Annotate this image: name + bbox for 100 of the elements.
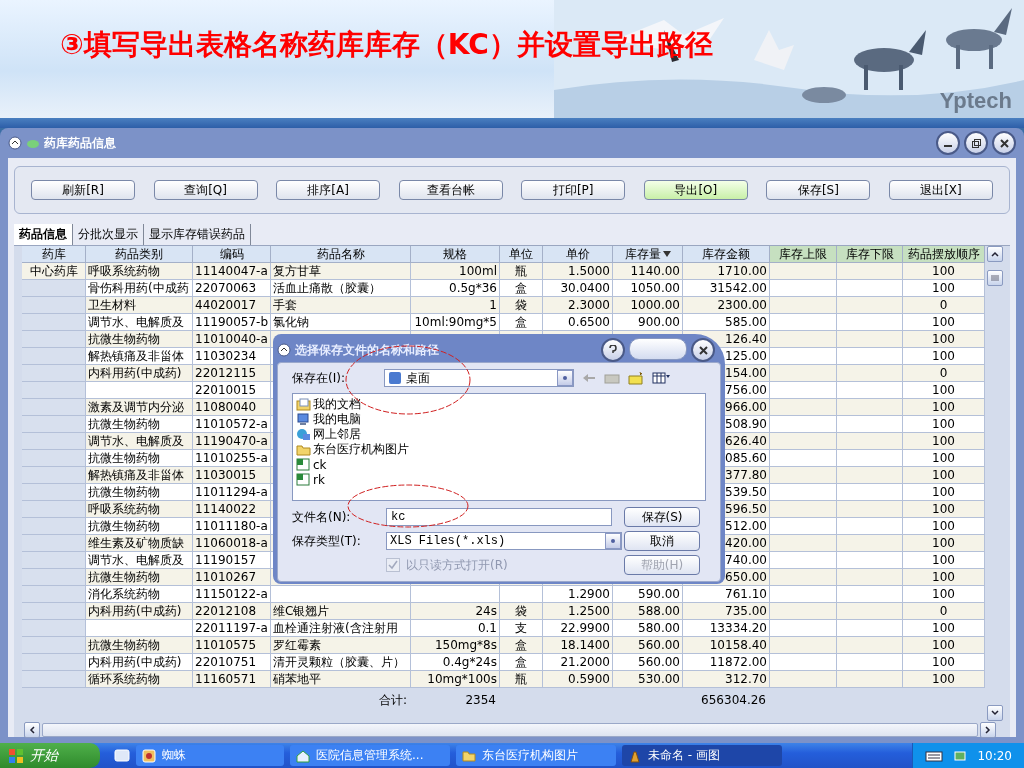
start-button[interactable]: 开始 [0,743,100,768]
table-cell: 11140022 [193,501,271,518]
table-cell [22,501,86,518]
table-cell: 中心药库 [22,263,86,280]
table-cell: 761.10 [683,586,770,603]
desktop-icon[interactable] [114,747,130,764]
table-cell: 0.5g*36 [411,280,500,297]
table-cell: 抗微生物药物 [86,484,193,501]
view-menu-icon[interactable] [652,372,670,384]
taskbar-button[interactable]: 未命名 - 画图 [622,745,782,766]
table-cell: 530.00 [613,671,683,688]
file-type-dropdown[interactable]: XLS Files(*.xls) [386,532,622,550]
close-button[interactable] [992,131,1016,155]
table-cell: 内科用药(中成药) [86,654,193,671]
table-cell: 100 [903,620,985,637]
column-header[interactable]: 药品类别 [86,246,193,263]
table-cell [837,331,903,348]
toolbar-button[interactable]: 刷新[R] [31,180,135,200]
taskbar-button[interactable]: 蜘蛛 [136,745,284,766]
toolbar-button[interactable]: 打印[P] [521,180,626,200]
close-icon [698,345,708,355]
save-button[interactable]: 保存(S) [624,507,700,527]
help-button[interactable] [601,338,625,362]
toolbar-button[interactable]: 排序[A] [276,180,381,200]
table-cell [837,450,903,467]
scroll-left-button[interactable] [24,722,40,738]
column-header[interactable]: 药品摆放顺序 [903,246,985,263]
close-button[interactable] [691,338,715,362]
column-header[interactable]: 库存下限 [837,246,903,263]
restore-button[interactable] [964,131,988,155]
column-header[interactable]: 单位 [500,246,543,263]
grip-icon [991,275,999,281]
column-header[interactable]: 药库 [22,246,86,263]
total-label: 合计: [377,691,408,709]
table-cell: 罗红霉素 [271,637,411,654]
tab[interactable]: 药品信息 [14,224,73,245]
scroll-right-button[interactable] [980,722,996,738]
collapse-icon[interactable] [277,343,291,357]
collapse-icon[interactable] [8,136,22,150]
taskbar-button[interactable]: 东台医疗机构图片 [456,745,616,766]
column-header[interactable]: 编码 [193,246,271,263]
column-header[interactable]: 库存上限 [770,246,837,263]
scroll-down-button[interactable] [987,705,1003,721]
table-cell: 调节水、电解质及 [86,433,193,450]
location-dropdown[interactable]: 桌面 [384,369,574,387]
table-cell [770,552,837,569]
table-cell [770,569,837,586]
table-cell [837,535,903,552]
minimize-button[interactable] [936,131,960,155]
documents-icon [296,398,311,411]
table-cell [770,586,837,603]
toolbar-button[interactable]: 查看台帐 [398,180,503,200]
house-icon [296,748,310,763]
column-header[interactable]: 库存量 [613,246,683,263]
table-cell: 支 [500,620,543,637]
table-cell: 消化系统药物 [86,586,193,603]
table-cell [770,654,837,671]
keyboard-icon[interactable] [925,749,944,762]
total-quantity: 2354 [464,693,497,707]
toolbar-button[interactable]: 退出[X] [888,180,993,200]
table-cell [770,399,837,416]
column-header[interactable]: 药品名称 [271,246,411,263]
table-cell: 盒 [500,637,543,654]
table-cell: 0.5900 [543,671,613,688]
table-cell: 100 [903,535,985,552]
table-cell: 18.1400 [543,637,613,654]
scroll-up-button[interactable] [987,246,1003,262]
toolbar-button[interactable]: 保存[S] [766,180,871,200]
window-title: 药库药品信息 [44,134,116,152]
horizontal-scrollbar[interactable] [42,723,978,737]
table-cell: 清开灵颗粒（胶囊、片） [271,654,411,671]
table-cell [770,416,837,433]
table-cell [770,297,837,314]
table-cell [770,365,837,382]
table-cell [22,416,86,433]
scroll-thumb[interactable] [987,270,1003,286]
cancel-button[interactable]: 取消 [624,531,700,551]
column-header[interactable]: 规格 [411,246,500,263]
table-cell: 抗微生物药物 [86,637,193,654]
taskbar-button[interactable]: 医院信息管理系统... [290,745,450,766]
table-cell [837,399,903,416]
table-cell: 抗微生物药物 [86,450,193,467]
file-name-field[interactable]: kc [386,508,612,526]
table-cell [22,586,86,603]
table-cell: 100 [903,433,985,450]
table-cell [770,382,837,399]
table-cell: 100ml [411,263,500,280]
table-cell: 100 [903,382,985,399]
tab[interactable]: 分批次显示 [73,224,144,245]
toolbar-button[interactable]: 导出[O] [643,180,748,200]
table-cell: 24s [411,603,500,620]
column-header[interactable]: 库存金额 [683,246,770,263]
table-cell: 血栓通注射液(含注射用 [271,620,411,637]
table-cell [837,365,903,382]
table-cell [22,314,86,331]
table-cell: 抗微生物药物 [86,416,193,433]
toolbar-button[interactable]: 查询[Q] [153,180,258,200]
column-header[interactable]: 单价 [543,246,613,263]
table-cell: 100 [903,280,985,297]
tab[interactable]: 显示库存错误药品 [144,224,251,245]
